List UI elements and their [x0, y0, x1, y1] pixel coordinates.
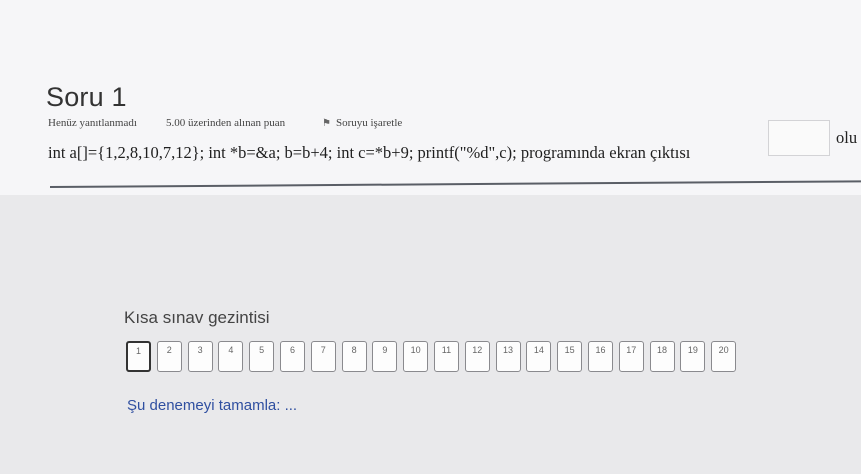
- quiz-nav-button-19[interactable]: 19: [680, 341, 706, 372]
- quiz-nav-button-label: 20: [718, 345, 729, 355]
- quiz-nav-button-label: 10: [410, 345, 421, 355]
- quiz-nav-button-11[interactable]: 11: [433, 341, 459, 372]
- quiz-nav-button-label: 7: [320, 345, 326, 355]
- finish-attempt-link[interactable]: Şu denemeyi tamamla: ...: [127, 397, 297, 414]
- quiz-nav-button-label: 12: [472, 345, 483, 355]
- quiz-nav-button-12[interactable]: 12: [464, 341, 490, 372]
- question-title: Soru 1: [46, 82, 127, 112]
- quiz-nav-button-13[interactable]: 13: [495, 341, 521, 372]
- quiz-nav-button-label: 8: [351, 345, 357, 355]
- quiz-nav-button-18[interactable]: 18: [649, 341, 675, 372]
- quiz-nav-button-label: 17: [626, 345, 637, 355]
- quiz-nav-button-label: 16: [595, 345, 606, 355]
- question-status: Henüz yanıtlanmadı: [48, 117, 137, 129]
- quiz-nav-button-label: 14: [533, 345, 544, 355]
- quiz-nav-button-label: 11: [441, 345, 452, 355]
- quiz-nav-button-label: 2: [166, 345, 172, 355]
- quiz-nav-button-label: 15: [564, 345, 575, 355]
- quiz-nav-button-20[interactable]: 20: [711, 341, 737, 372]
- quiz-nav-button-label: 4: [228, 345, 234, 355]
- quiz-nav-button-label: 3: [197, 345, 203, 355]
- quiz-nav-button-3[interactable]: 3: [187, 341, 213, 372]
- question-text-continuation: olu: [836, 128, 858, 147]
- answer-input[interactable]: [768, 120, 830, 156]
- quiz-nav-button-17[interactable]: 17: [618, 341, 644, 372]
- quiz-nav-button-7[interactable]: 7: [310, 341, 336, 372]
- quiz-nav-button-5[interactable]: 5: [249, 341, 275, 372]
- quiz-nav-button-15[interactable]: 15: [557, 341, 583, 372]
- quiz-nav-button-1[interactable]: 1: [126, 341, 151, 372]
- quiz-nav-button-14[interactable]: 14: [526, 341, 552, 372]
- quiz-nav-button-label: 18: [657, 345, 668, 355]
- question-card: [0, 0, 861, 195]
- quiz-nav-button-8[interactable]: 8: [341, 341, 367, 372]
- quiz-nav-button-10[interactable]: 10: [403, 341, 429, 372]
- quiz-nav-button-label: 13: [503, 345, 514, 355]
- quiz-nav-button-16[interactable]: 16: [587, 341, 613, 372]
- quiz-navigation-title: Kısa sınav gezintisi: [124, 308, 270, 327]
- quiz-nav-button-label: 19: [687, 345, 698, 355]
- flag-question-label: Soruyu işaretle: [335, 117, 403, 129]
- quiz-nav-button-2[interactable]: 2: [156, 341, 182, 372]
- quiz-navigation-grid: 1 2 3 4 5 6 7 8 9 10 11 12 13 14 15 16 17 18 19 20: [126, 341, 742, 372]
- flag-icon: ⚑: [322, 117, 331, 129]
- question-text: int a[]={1,2,8,10,7,12}; int *b=&a; b=b+…: [48, 143, 691, 162]
- quiz-nav-button-6[interactable]: 6: [279, 341, 305, 372]
- quiz-nav-button-9[interactable]: 9: [372, 341, 398, 372]
- question-points: 5.00 üzerinden alınan puan: [166, 117, 286, 129]
- flag-question-button[interactable]: ⚑ Soruyu işaretle: [322, 117, 402, 129]
- quiz-nav-button-label: 9: [382, 345, 388, 355]
- quiz-nav-button-label: 6: [289, 345, 295, 355]
- quiz-nav-button-label: 5: [259, 345, 265, 355]
- quiz-nav-button-label: 1: [135, 346, 141, 356]
- quiz-nav-button-4[interactable]: 4: [218, 341, 244, 372]
